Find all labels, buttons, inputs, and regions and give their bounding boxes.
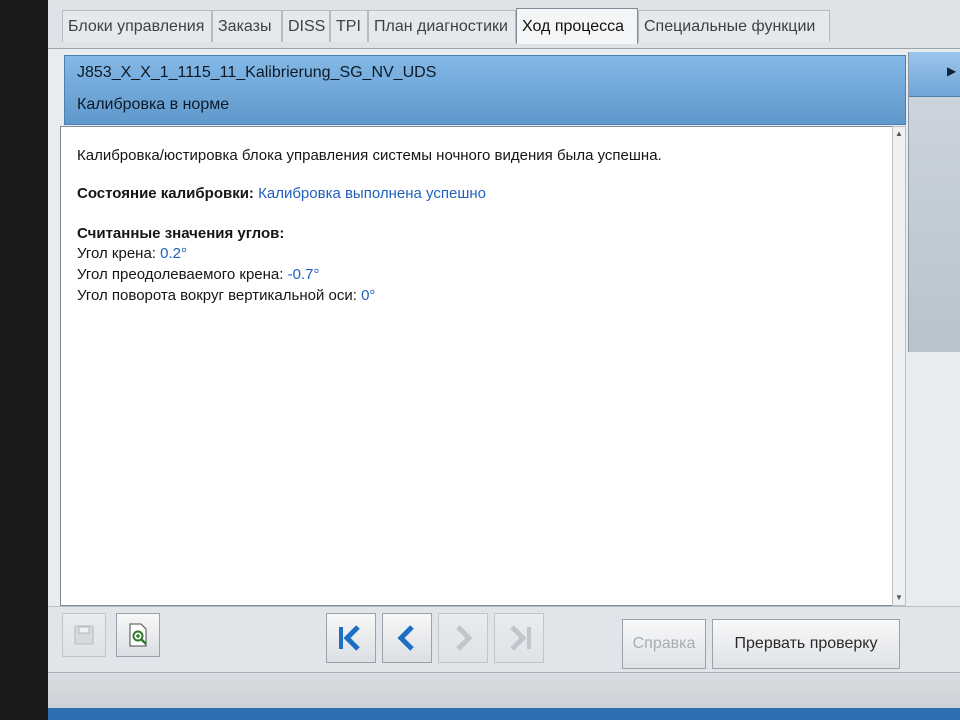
angle-label-tilt: Угол преодолеваемого крена: [77, 266, 284, 283]
taskbar [48, 708, 960, 720]
calibration-status-line: Состояние калибровки: Калибровка выполне… [77, 185, 486, 202]
previous-step-icon [390, 621, 424, 655]
bottom-toolbar: Справка Прервать проверку [48, 606, 960, 673]
tab-diss[interactable]: DISS [282, 10, 330, 42]
side-arrow-icon: ▶ [947, 64, 957, 78]
angle-label-roll: Угол крена: [77, 245, 156, 262]
next-step-button[interactable] [438, 613, 488, 663]
result-panel: Калибровка/юстировка блока управления си… [60, 126, 894, 606]
calibration-status-label: Состояние калибровки: [77, 185, 254, 202]
result-intro: Калибровка/юстировка блока управления си… [77, 147, 662, 164]
side-expand-button[interactable]: ▶ [909, 52, 960, 97]
abort-test-button[interactable]: Прервать проверку [712, 619, 900, 669]
side-panel: ▶ [908, 52, 960, 352]
scroll-down-icon[interactable]: ▼ [895, 593, 903, 602]
angle-label-yaw: Угол поворота вокруг вертикальной оси: [77, 287, 357, 304]
tab-orders[interactable]: Заказы [212, 10, 282, 42]
tab-bar: Блоки управления Заказы DISS TPI План ди… [48, 0, 960, 49]
angle-value-yaw: 0° [361, 287, 376, 304]
help-button[interactable]: Справка [622, 619, 706, 669]
zoom-document-button[interactable] [116, 613, 160, 657]
next-step-icon [446, 621, 480, 655]
tab-special-functions[interactable]: Специальные функции [638, 10, 830, 42]
angle-row: Угол крена: 0.2° [77, 245, 187, 262]
angle-row: Угол преодолеваемого крена: -0.7° [77, 266, 319, 283]
app-window: Блоки управления Заказы DISS TPI План ди… [48, 0, 960, 720]
zoom-document-icon [124, 621, 152, 649]
content-scrollbar[interactable]: ▲ ▼ [892, 126, 906, 606]
tab-diagnostic-plan[interactable]: План диагностики [368, 10, 516, 42]
tab-control-units[interactable]: Блоки управления [62, 10, 212, 42]
tab-tpi[interactable]: TPI [330, 10, 368, 42]
scroll-up-icon[interactable]: ▲ [895, 129, 903, 138]
last-step-icon [502, 621, 536, 655]
calibration-status-value: Калибровка выполнена успешно [258, 185, 486, 202]
angles-heading: Считанные значения углов: [77, 225, 285, 242]
angle-value-tilt: -0.7° [287, 266, 320, 283]
previous-step-button[interactable] [382, 613, 432, 663]
tab-process[interactable]: Ход процесса [516, 8, 638, 44]
angle-value-roll: 0.2° [160, 245, 188, 262]
save-button[interactable] [62, 613, 106, 657]
procedure-subtitle: Калибровка в норме [77, 96, 230, 113]
procedure-title: J853_X_X_1_1115_11_Kalibrierung_SG_NV_UD… [77, 64, 437, 81]
last-step-button[interactable] [494, 613, 544, 663]
procedure-header: J853_X_X_1_1115_11_Kalibrierung_SG_NV_UD… [64, 55, 906, 125]
first-step-icon [334, 621, 368, 655]
first-step-button[interactable] [326, 613, 376, 663]
angle-row: Угол поворота вокруг вертикальной оси: 0… [77, 287, 375, 304]
save-icon [72, 623, 96, 647]
